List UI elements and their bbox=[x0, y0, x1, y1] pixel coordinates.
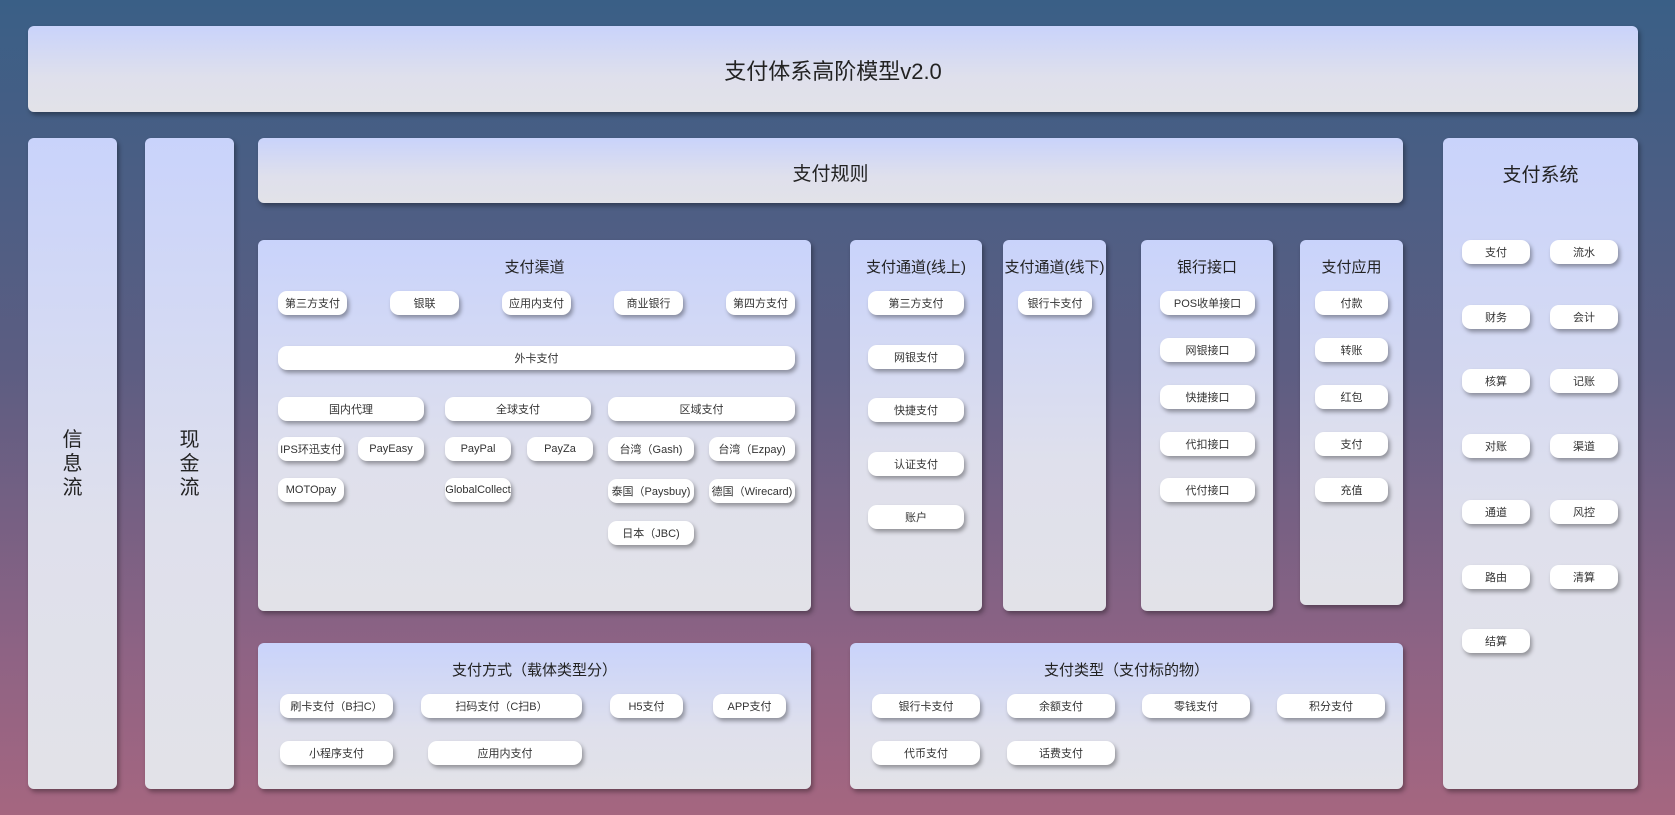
payment-types-panel: 支付类型（支付标的物） 银行卡支付 余额支付 零钱支付 积分支付 代币支付 话费… bbox=[850, 643, 1403, 789]
payment-methods-title: 支付方式（载体类型分） bbox=[451, 662, 617, 679]
system-bookkeeping[interactable]: 记账 bbox=[1550, 369, 1618, 393]
system-risk-control[interactable]: 风控 bbox=[1550, 500, 1618, 524]
payment-rules-panel: 支付规则 bbox=[258, 138, 1403, 203]
domestic-motopay[interactable]: MOTOpay bbox=[278, 478, 344, 502]
offline-channels-title: 支付通道(线下) bbox=[1004, 259, 1105, 276]
offline-bank-card[interactable]: 银行卡支付 bbox=[1018, 291, 1092, 315]
payment-system-title: 支付系统 bbox=[1502, 165, 1579, 186]
payment-types-title: 支付类型（支付标的物） bbox=[1043, 662, 1209, 679]
global-payza[interactable]: PayZa bbox=[527, 437, 593, 461]
payment-apps-title: 支付应用 bbox=[1321, 259, 1382, 276]
type-bank-card[interactable]: 银行卡支付 bbox=[872, 694, 980, 718]
method-mini-program[interactable]: 小程序支付 bbox=[280, 741, 393, 765]
cash-flow-panel: 现 金 流 bbox=[145, 138, 234, 789]
domestic-payeasy[interactable]: PayEasy bbox=[358, 437, 424, 461]
system-finance[interactable]: 财务 bbox=[1462, 305, 1530, 329]
bank-interfaces-panel: 银行接口 POS收单接口 网银接口 快捷接口 代扣接口 代付接口 bbox=[1141, 240, 1273, 611]
type-token[interactable]: 代币支付 bbox=[872, 741, 980, 765]
domestic-ips[interactable]: IPS环迅支付 bbox=[278, 437, 344, 461]
payment-rules-title: 支付规则 bbox=[792, 164, 869, 185]
type-change[interactable]: 零钱支付 bbox=[1142, 694, 1250, 718]
system-clearing[interactable]: 清算 bbox=[1550, 565, 1618, 589]
system-channel[interactable]: 渠道 bbox=[1550, 434, 1618, 458]
online-netbank[interactable]: 网银支付 bbox=[868, 345, 964, 369]
online-account[interactable]: 账户 bbox=[868, 505, 964, 529]
method-h5[interactable]: H5支付 bbox=[610, 694, 683, 718]
system-settlement[interactable]: 结算 bbox=[1462, 629, 1530, 653]
app-top-up[interactable]: 充值 bbox=[1315, 478, 1388, 502]
channel-in-app[interactable]: 应用内支付 bbox=[502, 291, 571, 315]
regional-germany-wirecard[interactable]: 德国（Wirecard) bbox=[709, 479, 795, 503]
system-passage[interactable]: 通道 bbox=[1462, 500, 1530, 524]
system-accounting[interactable]: 会计 bbox=[1550, 305, 1618, 329]
method-app[interactable]: APP支付 bbox=[713, 694, 786, 718]
system-routing[interactable]: 路由 bbox=[1462, 565, 1530, 589]
method-card-swipe[interactable]: 刷卡支付（B扫C） bbox=[280, 694, 393, 718]
bank-pos[interactable]: POS收单接口 bbox=[1160, 291, 1255, 315]
channel-commercial-bank[interactable]: 商业银行 bbox=[614, 291, 683, 315]
bank-debit[interactable]: 代扣接口 bbox=[1160, 432, 1255, 456]
bank-interfaces-title: 银行接口 bbox=[1176, 259, 1237, 276]
payment-channels-title: 支付渠道 bbox=[504, 259, 565, 276]
method-in-app[interactable]: 应用内支付 bbox=[428, 741, 582, 765]
cash-flow-label: 现 金 流 bbox=[179, 429, 200, 499]
payment-channels-panel: 支付渠道 第三方支付 银联 应用内支付 商业银行 第四方支付 外卡支付 国内代理… bbox=[258, 240, 811, 611]
channel-foreign-card[interactable]: 外卡支付 bbox=[278, 346, 795, 370]
regional-taiwan-gash[interactable]: 台湾（Gash) bbox=[608, 437, 694, 461]
channel-fourth-party[interactable]: 第四方支付 bbox=[726, 291, 795, 315]
channel-unionpay[interactable]: 银联 bbox=[390, 291, 459, 315]
online-channels-panel: 支付通道(线上) 第三方支付 网银支付 快捷支付 认证支付 账户 bbox=[850, 240, 982, 611]
method-qr-scan[interactable]: 扫码支付（C扫B） bbox=[421, 694, 582, 718]
info-flow-label: 信 息 流 bbox=[62, 429, 83, 499]
offline-channels-panel: 支付通道(线下) 银行卡支付 bbox=[1003, 240, 1106, 611]
bank-quick[interactable]: 快捷接口 bbox=[1160, 385, 1255, 409]
regional-taiwan-ezpay[interactable]: 台湾（Ezpay) bbox=[709, 437, 795, 461]
channel-third-party[interactable]: 第三方支付 bbox=[278, 291, 347, 315]
bank-payout[interactable]: 代付接口 bbox=[1160, 478, 1255, 502]
online-channels-title: 支付通道(线上) bbox=[866, 259, 966, 276]
group-global-payment[interactable]: 全球支付 bbox=[445, 397, 591, 421]
global-paypal[interactable]: PayPal bbox=[445, 437, 511, 461]
regional-japan-jbc[interactable]: 日本（JBC) bbox=[608, 521, 694, 545]
type-phone-credit[interactable]: 话费支付 bbox=[1007, 741, 1115, 765]
system-calculation[interactable]: 核算 bbox=[1462, 369, 1530, 393]
online-quick-pay[interactable]: 快捷支付 bbox=[868, 398, 964, 422]
system-reconciliation[interactable]: 对账 bbox=[1462, 434, 1530, 458]
app-red-packet[interactable]: 红包 bbox=[1315, 385, 1388, 409]
online-third-party[interactable]: 第三方支付 bbox=[868, 291, 964, 315]
payment-methods-panel: 支付方式（载体类型分） 刷卡支付（B扫C） 扫码支付（C扫B） H5支付 APP… bbox=[258, 643, 811, 789]
online-auth-pay[interactable]: 认证支付 bbox=[868, 452, 964, 476]
payment-apps-panel: 支付应用 付款 转账 红包 支付 充值 bbox=[1300, 240, 1403, 605]
page-title: 支付体系高阶模型v2.0 bbox=[724, 59, 942, 84]
info-flow-panel: 信 息 流 bbox=[28, 138, 117, 789]
payment-system-panel: 支付系统 支付 流水 财务 会计 核算 记账 对账 渠道 通道 风控 路由 清算… bbox=[1443, 138, 1638, 789]
type-points[interactable]: 积分支付 bbox=[1277, 694, 1385, 718]
group-domestic-agent[interactable]: 国内代理 bbox=[278, 397, 424, 421]
app-pay-out[interactable]: 付款 bbox=[1315, 291, 1388, 315]
app-transfer[interactable]: 转账 bbox=[1315, 338, 1388, 362]
title-banner: 支付体系高阶模型v2.0 bbox=[28, 26, 1638, 112]
type-balance[interactable]: 余额支付 bbox=[1007, 694, 1115, 718]
group-regional-payment[interactable]: 区域支付 bbox=[608, 397, 795, 421]
system-ledger-flow[interactable]: 流水 bbox=[1550, 240, 1618, 264]
app-pay[interactable]: 支付 bbox=[1315, 432, 1388, 456]
global-globalcollect[interactable]: GlobalCollect bbox=[445, 478, 511, 502]
system-pay[interactable]: 支付 bbox=[1462, 240, 1530, 264]
regional-thailand-paysbuy[interactable]: 泰国（Paysbuy) bbox=[608, 479, 694, 503]
bank-netbank[interactable]: 网银接口 bbox=[1160, 338, 1255, 362]
